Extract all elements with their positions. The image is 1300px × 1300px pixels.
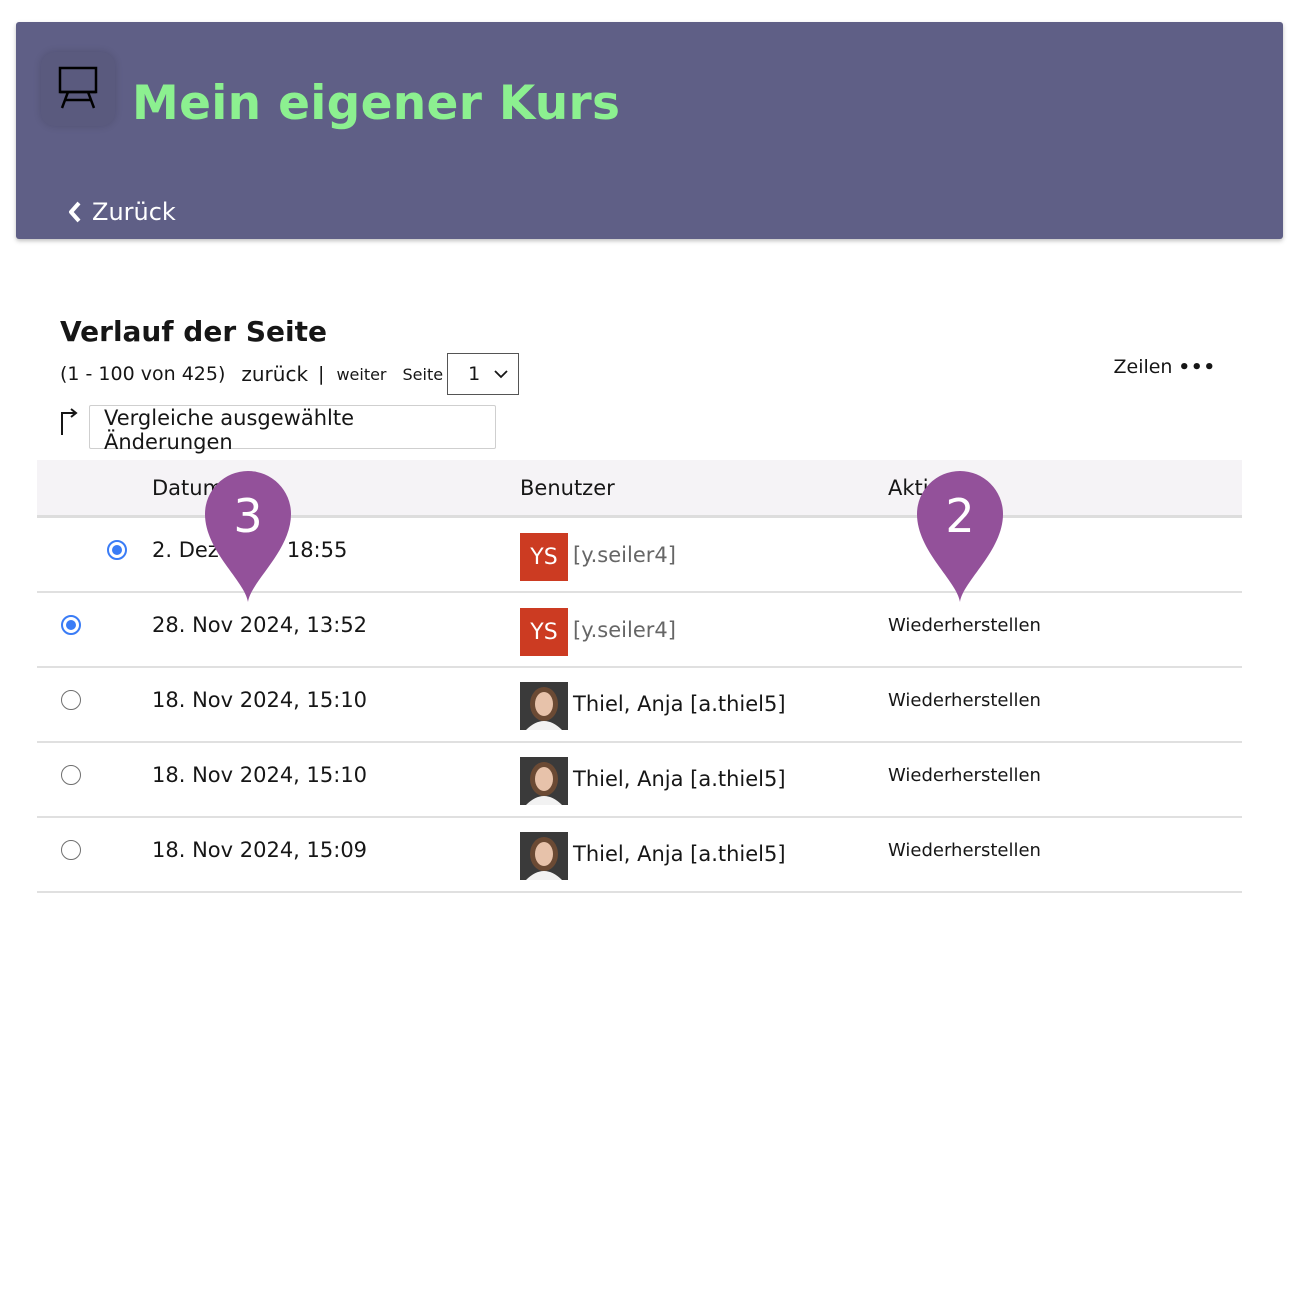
chevron-down-icon (494, 369, 508, 378)
annotation-marker-label: 3 (233, 489, 263, 543)
annotation-marker-3: 3 (205, 471, 291, 602)
table-row: 18. Nov 2024, 15:10 Thiel, Anja [a.thiel… (37, 668, 1242, 743)
back-label: Zurück (92, 198, 176, 226)
avatar: YS (520, 533, 568, 581)
pagination: (1 - 100 von 425) zurück | weiter Seite … (60, 352, 520, 396)
compare-radio-old[interactable] (61, 615, 81, 635)
row-user: Thiel, Anja [a.thiel5] (573, 842, 786, 866)
more-dots-icon: ••• (1178, 356, 1216, 378)
rows-menu-label: Zeilen (1113, 356, 1173, 378)
annotation-marker-label: 2 (945, 489, 975, 543)
compare-radio-old[interactable] (61, 765, 81, 785)
pagination-prev-link[interactable]: zurück (241, 362, 308, 386)
row-date: 18. Nov 2024, 15:10 (152, 763, 368, 787)
course-header: Mein eigener Kurs Zurück (16, 22, 1283, 239)
avatar (520, 832, 568, 880)
restore-link[interactable]: Wiederherstellen (888, 615, 1041, 636)
row-date: 28. Nov 2024, 13:52 (152, 613, 368, 637)
avatar (520, 682, 568, 730)
back-link[interactable]: Zurück (68, 198, 176, 226)
row-user: [y.seiler4] (573, 618, 676, 642)
row-date: 18. Nov 2024, 15:09 (152, 838, 368, 862)
pagination-separator: | (318, 363, 325, 385)
pagination-next-link[interactable]: weiter (336, 365, 386, 384)
chevron-left-icon (69, 201, 81, 223)
restore-link[interactable]: Wiederherstellen (888, 765, 1041, 786)
pagination-range: (1 - 100 von 425) (60, 363, 226, 385)
annotation-marker-2: 2 (917, 471, 1003, 602)
restore-link[interactable]: Wiederherstellen (888, 840, 1041, 861)
page-label: Seite (402, 364, 444, 384)
compare-radio-old[interactable] (61, 690, 81, 710)
compare-radio-old[interactable] (61, 840, 81, 860)
table-row: 28. Nov 2024, 13:52 YS [y.seiler4] Wiede… (37, 593, 1242, 668)
course-title: Mein eigener Kurs (132, 76, 621, 131)
rows-menu[interactable]: Zeilen ••• (1113, 356, 1216, 378)
page-select-value: 1 (468, 363, 481, 385)
page-select[interactable]: 1 (447, 353, 520, 395)
compare-radio-new[interactable] (107, 540, 127, 560)
section-title: Verlauf der Seite (60, 315, 328, 348)
turn-right-arrow-icon (61, 408, 78, 435)
restore-link[interactable]: Wiederherstellen (888, 690, 1041, 711)
avatar (520, 757, 568, 805)
compare-changes-button[interactable]: Vergleiche ausgewählte Änderungen (89, 405, 496, 454)
column-header-user[interactable]: Benutzer (520, 476, 615, 500)
row-user: [y.seiler4] (573, 543, 676, 567)
avatar: YS (520, 608, 568, 656)
row-date: 18. Nov 2024, 15:10 (152, 688, 368, 712)
row-user: Thiel, Anja [a.thiel5] (573, 767, 786, 791)
table-row: 18. Nov 2024, 15:09 Thiel, Anja [a.thiel… (37, 818, 1242, 893)
presentation-board-icon (41, 52, 115, 126)
table-row: 18. Nov 2024, 15:10 Thiel, Anja [a.thiel… (37, 743, 1242, 818)
row-user: Thiel, Anja [a.thiel5] (573, 692, 786, 716)
